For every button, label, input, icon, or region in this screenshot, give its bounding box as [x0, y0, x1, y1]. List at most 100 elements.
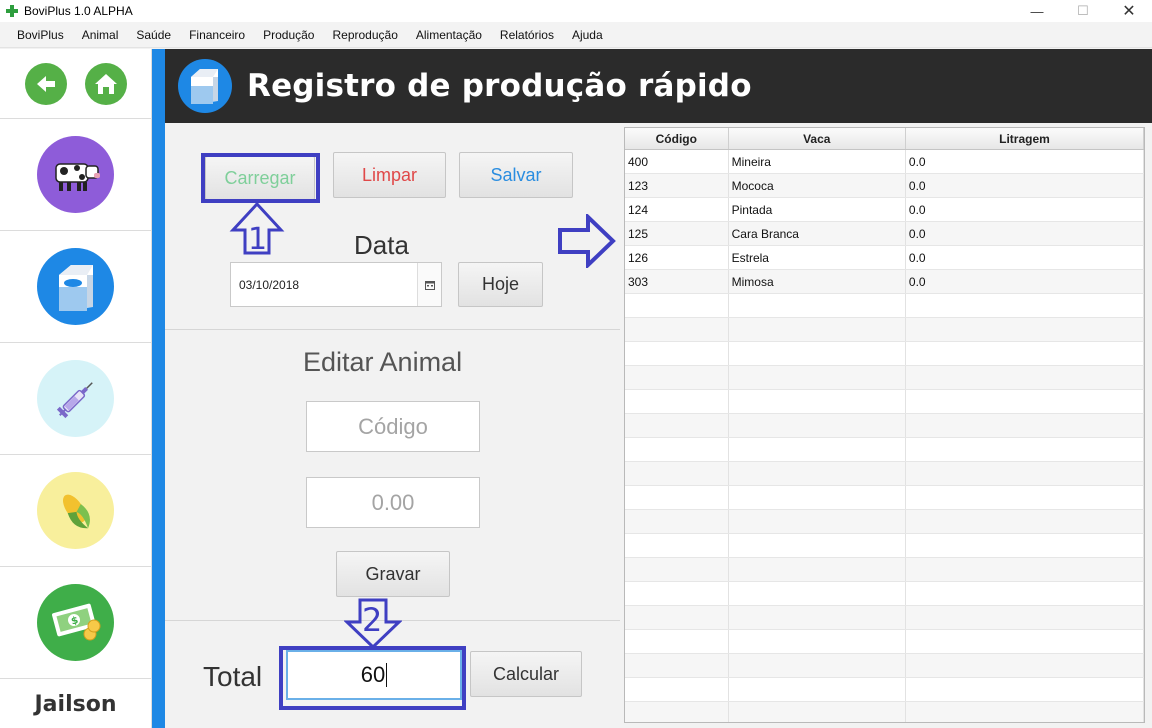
sidebar-circle-feed — [37, 472, 114, 549]
save-button-label: Salvar — [490, 164, 542, 185]
home-icon — [94, 73, 117, 94]
cell-code: 400 — [625, 150, 729, 173]
menu-boviplus[interactable]: BoviPlus — [8, 28, 73, 42]
menu-reproducao[interactable]: Reprodução — [323, 28, 406, 42]
cell-cow: Estrela — [729, 246, 906, 269]
cell-liters: 0.0 — [906, 270, 1144, 293]
cell-cow: Mimosa — [729, 270, 906, 293]
sidebar-circle-finance: $ — [37, 584, 114, 661]
table-header: Código Vaca Litragem — [625, 128, 1144, 150]
table-row[interactable]: 303 Mimosa 0.0 — [625, 270, 1144, 294]
table-body: 400 Mineira 0.0 123 Mococa 0.0 124 Pintada 0.0… — [625, 150, 1144, 722]
today-button-label: Hoje — [481, 274, 520, 294]
annotation-arrow-right — [558, 214, 616, 268]
corn-icon — [62, 494, 90, 528]
column-header-cow[interactable]: Vaca — [729, 128, 906, 149]
record-button-label: Gravar — [365, 563, 421, 584]
minimize-icon[interactable]: — — [1014, 0, 1060, 22]
cell-code: 126 — [625, 246, 729, 269]
annotation-number-2: 2 — [362, 601, 382, 639]
date-value: 03/10/2018 — [239, 277, 300, 292]
sidebar-item-animal[interactable] — [0, 119, 151, 231]
empty-row — [625, 342, 1144, 366]
date-field[interactable]: 03/10/2018 — [230, 262, 442, 307]
annotation-number-1: 1 — [248, 222, 267, 256]
today-button[interactable]: Hoje — [458, 262, 543, 307]
amount-placeholder: 0.00 — [371, 489, 415, 515]
maximize-icon[interactable]: ☐ — [1060, 0, 1106, 22]
empty-row — [625, 606, 1144, 630]
production-table[interactable]: Código Vaca Litragem 400 Mineira 0.0 123 Mo… — [624, 127, 1145, 723]
cell-cow: Mineira — [729, 150, 906, 173]
menu-saude[interactable]: Saúde — [127, 28, 180, 42]
sidebar-item-production[interactable] — [0, 231, 151, 343]
cell-cow: Mococa — [729, 174, 906, 197]
sidebar-item-feed[interactable] — [0, 455, 151, 567]
empty-row — [625, 558, 1144, 582]
cell-liters: 0.0 — [906, 222, 1144, 245]
cell-cow: Pintada — [729, 198, 906, 221]
empty-row — [625, 462, 1144, 486]
empty-row — [625, 510, 1144, 534]
window-title: BoviPlus 1.0 ALPHA — [24, 4, 133, 18]
back-button[interactable] — [24, 62, 67, 105]
code-input[interactable]: Código — [306, 401, 480, 452]
calculate-button-label: Calcular — [492, 663, 560, 684]
table-row[interactable]: 125 Cara Branca 0.0 — [625, 222, 1144, 246]
table-row[interactable]: 124 Pintada 0.0 — [625, 198, 1144, 222]
milk-carton-icon — [58, 264, 93, 311]
sidebar-item-health[interactable] — [0, 343, 151, 455]
annotation-box-total — [279, 646, 466, 710]
cell-liters: 0.0 — [906, 198, 1144, 221]
cell-code: 303 — [625, 270, 729, 293]
calendar-icon[interactable] — [417, 263, 441, 306]
sidebar-item-finance[interactable]: $ — [0, 567, 151, 679]
home-button[interactable] — [84, 62, 127, 105]
empty-row — [625, 630, 1144, 654]
menu-ajuda[interactable]: Ajuda — [563, 28, 612, 42]
record-button[interactable]: Gravar — [336, 551, 450, 597]
clear-button[interactable]: Limpar — [333, 152, 446, 198]
menu-alimentacao[interactable]: Alimentação — [407, 28, 491, 42]
cell-liters: 0.0 — [906, 174, 1144, 197]
empty-row — [625, 654, 1144, 678]
cell-code: 123 — [625, 174, 729, 197]
column-header-liters[interactable]: Litragem — [906, 128, 1144, 149]
save-button[interactable]: Salvar — [459, 152, 573, 198]
empty-row — [625, 294, 1144, 318]
cell-cow: Cara Branca — [729, 222, 906, 245]
empty-row — [625, 486, 1144, 510]
table-row[interactable]: 126 Estrela 0.0 — [625, 246, 1144, 270]
cell-liters: 0.0 — [906, 246, 1144, 269]
money-icon: $ — [51, 603, 100, 640]
title-bar: BoviPlus 1.0 ALPHA — ☐ ✕ — [0, 0, 1152, 22]
menu-relatorios[interactable]: Relatórios — [491, 28, 563, 42]
sidebar-circle-production — [37, 248, 114, 325]
edit-animal-title: Editar Animal — [303, 347, 463, 377]
page-header: Registro de produção rápido — [165, 49, 1152, 123]
table-row[interactable]: 400 Mineira 0.0 — [625, 150, 1144, 174]
empty-row — [625, 702, 1144, 722]
app-window: BoviPlus 1.0 ALPHA — ☐ ✕ BoviPlus Animal… — [0, 0, 1152, 728]
menu-producao[interactable]: Produção — [254, 28, 323, 42]
sidebar-circle-animal — [37, 136, 114, 213]
empty-row — [625, 318, 1144, 342]
empty-row — [625, 678, 1144, 702]
amount-input[interactable]: 0.00 — [306, 477, 480, 528]
table-row[interactable]: 123 Mococa 0.0 — [625, 174, 1144, 198]
syringe-icon — [56, 381, 93, 418]
divider-top — [165, 329, 620, 330]
accent-bar — [152, 49, 165, 728]
user-name: Jailson — [34, 691, 117, 717]
calculate-button[interactable]: Calcular — [470, 651, 582, 697]
menu-bar: BoviPlus Animal Saúde Financeiro Produçã… — [0, 22, 1152, 48]
cell-code: 124 — [625, 198, 729, 221]
empty-row — [625, 366, 1144, 390]
column-header-code[interactable]: Código — [625, 128, 729, 149]
menu-animal[interactable]: Animal — [73, 28, 128, 42]
menu-financeiro[interactable]: Financeiro — [180, 28, 254, 42]
code-placeholder: Código — [358, 413, 428, 439]
app-logo-icon — [5, 4, 19, 18]
empty-row — [625, 582, 1144, 606]
close-icon[interactable]: ✕ — [1106, 0, 1152, 22]
